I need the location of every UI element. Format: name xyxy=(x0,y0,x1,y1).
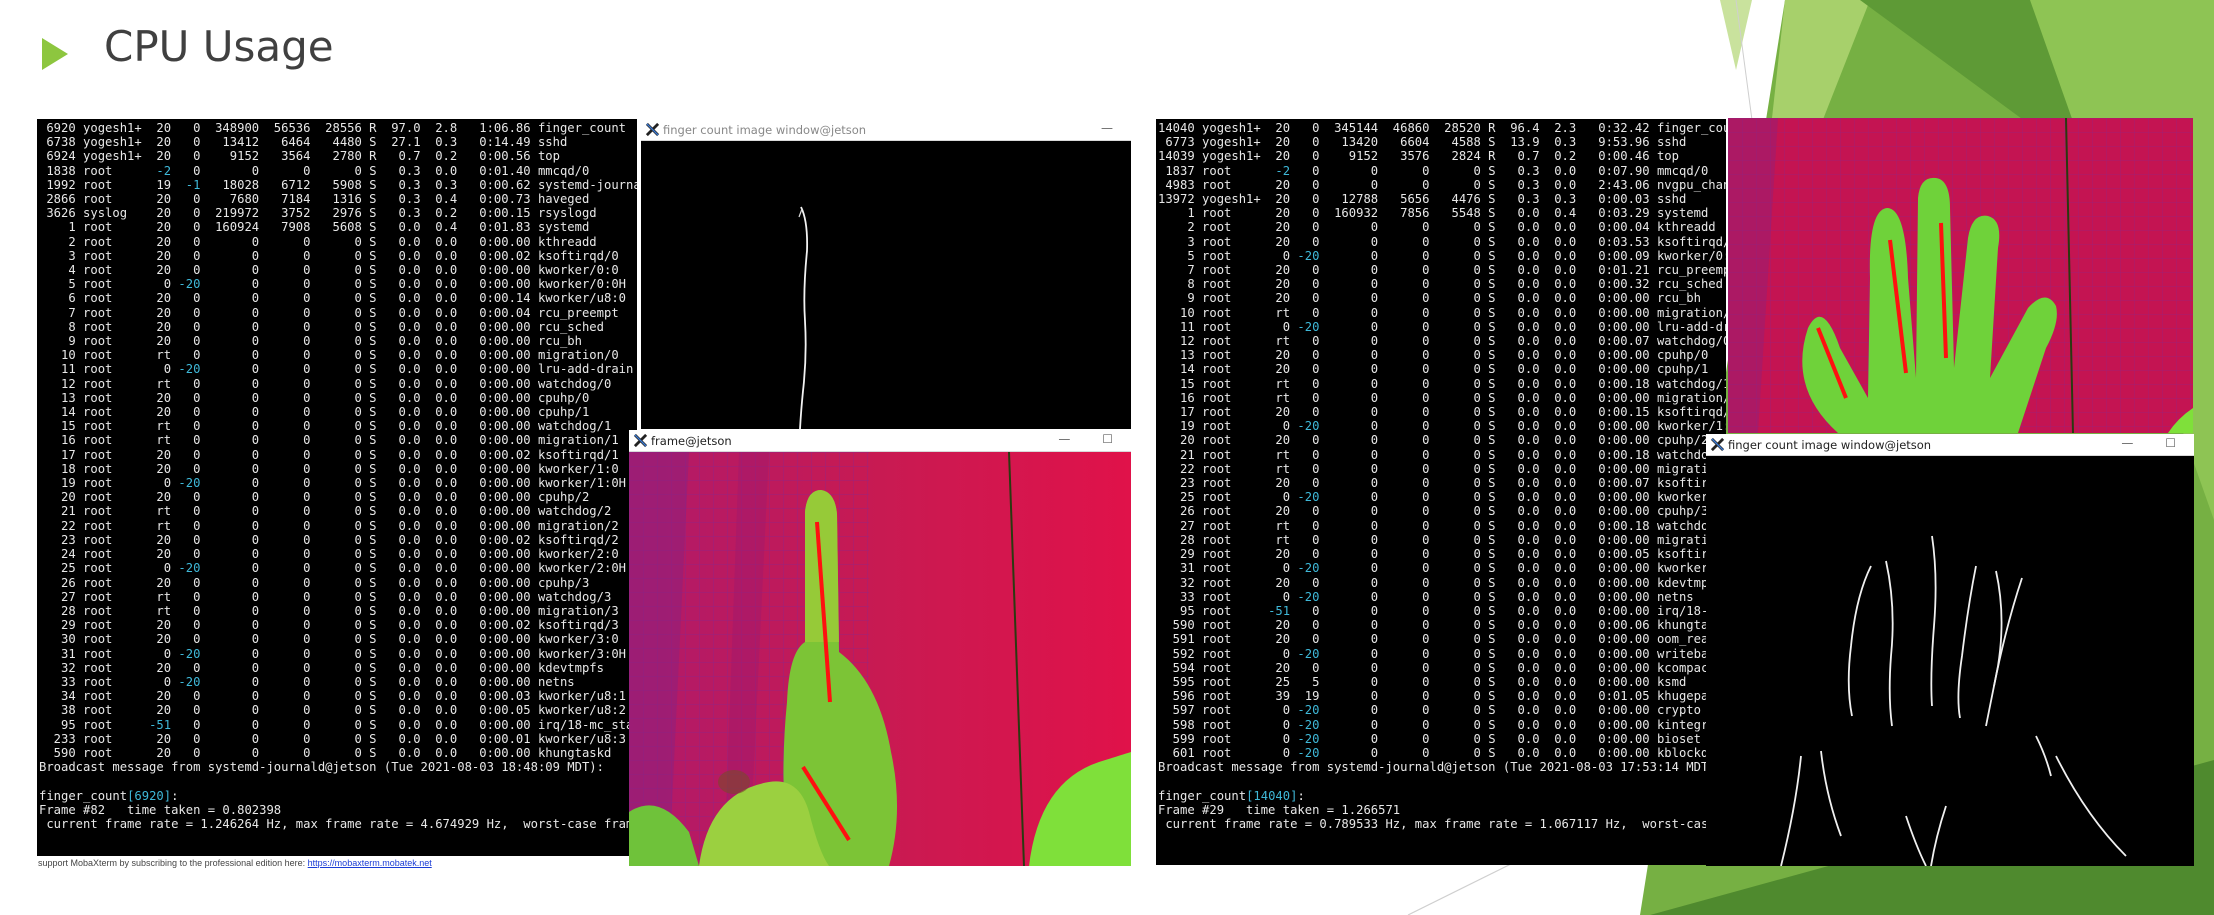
right-frame-image-window[interactable] xyxy=(1728,118,2193,433)
slide-title: CPU Usage xyxy=(104,22,334,71)
right-count-titlebar[interactable]: finger count image window@jetson — ☐ xyxy=(1706,434,2194,456)
right-terminal-output: 14040 yogesh1+ 20 0 345144 46860 28520 R… xyxy=(1158,121,1726,831)
right-frame-image xyxy=(1728,118,2193,433)
left-count-title: finger count image window@jetson xyxy=(663,123,867,137)
left-frame-titlebar[interactable]: frame@jetson — ☐ xyxy=(629,430,1131,452)
x11-icon xyxy=(633,433,648,448)
mobaxterm-link[interactable]: https://mobaxterm.mobatek.net xyxy=(308,858,432,868)
right-count-image xyxy=(1706,456,2194,866)
left-frame-title: frame@jetson xyxy=(651,434,732,448)
left-frame-image xyxy=(629,452,1131,866)
left-terminal[interactable]: 6920 yogesh1+ 20 0 348900 56536 28556 R … xyxy=(37,119,637,856)
left-count-window[interactable]: finger count image window@jetson — xyxy=(641,119,1131,429)
right-terminal[interactable]: 14040 yogesh1+ 20 0 345144 46860 28520 R… xyxy=(1156,119,1726,865)
mobaxterm-footer: support MobaXterm by subscribing to the … xyxy=(38,858,432,868)
window-controls-icon[interactable]: — ☐ xyxy=(1058,432,1127,446)
left-frame-window[interactable]: frame@jetson — ☐ xyxy=(629,430,1131,866)
right-count-window[interactable]: finger count image window@jetson — ☐ xyxy=(1706,434,2194,866)
left-count-image xyxy=(641,141,1131,429)
right-count-title: finger count image window@jetson xyxy=(1728,438,1932,452)
left-count-titlebar[interactable]: finger count image window@jetson — xyxy=(641,119,1131,141)
mobaxterm-text: support MobaXterm by subscribing to the … xyxy=(38,858,306,868)
x11-icon xyxy=(1710,437,1725,452)
left-terminal-output: 6920 yogesh1+ 20 0 348900 56536 28556 R … xyxy=(39,121,637,831)
title-bullet-icon xyxy=(42,38,68,70)
window-controls-icon[interactable]: — ☐ xyxy=(2121,436,2190,450)
minimize-icon[interactable]: — xyxy=(1101,121,1127,135)
x11-icon xyxy=(645,122,660,137)
